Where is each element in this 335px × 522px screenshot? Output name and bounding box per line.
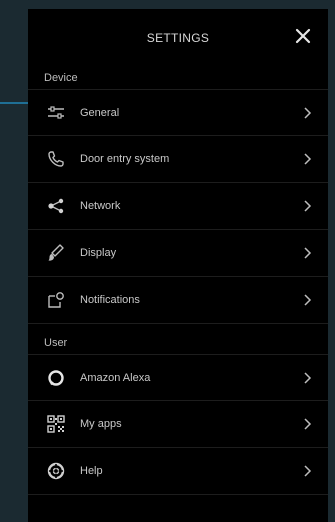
section-label-device: Device bbox=[44, 72, 78, 84]
menu-item-label: Door entry system bbox=[80, 153, 170, 165]
menu-item-general[interactable]: General bbox=[28, 89, 328, 136]
menu-item-label: General bbox=[80, 106, 120, 119]
sliders-icon bbox=[46, 103, 66, 123]
chevron-right-icon bbox=[304, 371, 312, 384]
chevron-right-icon bbox=[304, 465, 312, 477]
network-icon bbox=[46, 196, 66, 216]
chevron-right-icon bbox=[304, 418, 312, 430]
settings-header: SETTINGS bbox=[28, 9, 328, 67]
chevron-right-icon bbox=[304, 106, 312, 119]
alexa-icon bbox=[46, 368, 66, 388]
menu-item-notifications[interactable]: Notifications bbox=[28, 277, 328, 324]
menu-item-label: Help bbox=[80, 465, 103, 477]
device-settings-list: General Door entry system Network Displa… bbox=[28, 89, 328, 324]
page-title: SETTINGS bbox=[146, 31, 210, 45]
close-icon[interactable] bbox=[294, 27, 312, 45]
menu-item-label: Display bbox=[80, 247, 117, 259]
settings-panel: SETTINGS Device General Door entry syste… bbox=[28, 9, 328, 522]
menu-item-door-entry-system[interactable]: Door entry system bbox=[28, 136, 328, 183]
chevron-right-icon bbox=[304, 200, 312, 212]
qr-apps-icon bbox=[46, 414, 66, 434]
chevron-right-icon bbox=[304, 247, 312, 259]
menu-item-my-apps[interactable]: My apps bbox=[28, 401, 328, 448]
menu-item-amazon-alexa[interactable]: Amazon Alexa bbox=[28, 354, 328, 401]
menu-item-label: Amazon Alexa bbox=[80, 371, 151, 384]
brush-icon bbox=[46, 243, 66, 263]
menu-item-label: My apps bbox=[80, 418, 122, 430]
chevron-right-icon bbox=[304, 294, 312, 306]
menu-item-label: Notifications bbox=[80, 294, 140, 306]
menu-item-display[interactable]: Display bbox=[28, 230, 328, 277]
menu-item-label: Network bbox=[80, 200, 121, 212]
menu-item-help[interactable]: Help bbox=[28, 448, 328, 495]
user-settings-list: Amazon Alexa My apps Help bbox=[28, 354, 328, 495]
phone-icon bbox=[46, 149, 66, 169]
section-label-user: User bbox=[44, 337, 68, 349]
notification-icon bbox=[46, 290, 66, 310]
menu-item-network[interactable]: Network bbox=[28, 183, 328, 230]
help-icon bbox=[46, 461, 66, 481]
background-accent-line bbox=[0, 102, 30, 104]
chevron-right-icon bbox=[304, 153, 312, 165]
